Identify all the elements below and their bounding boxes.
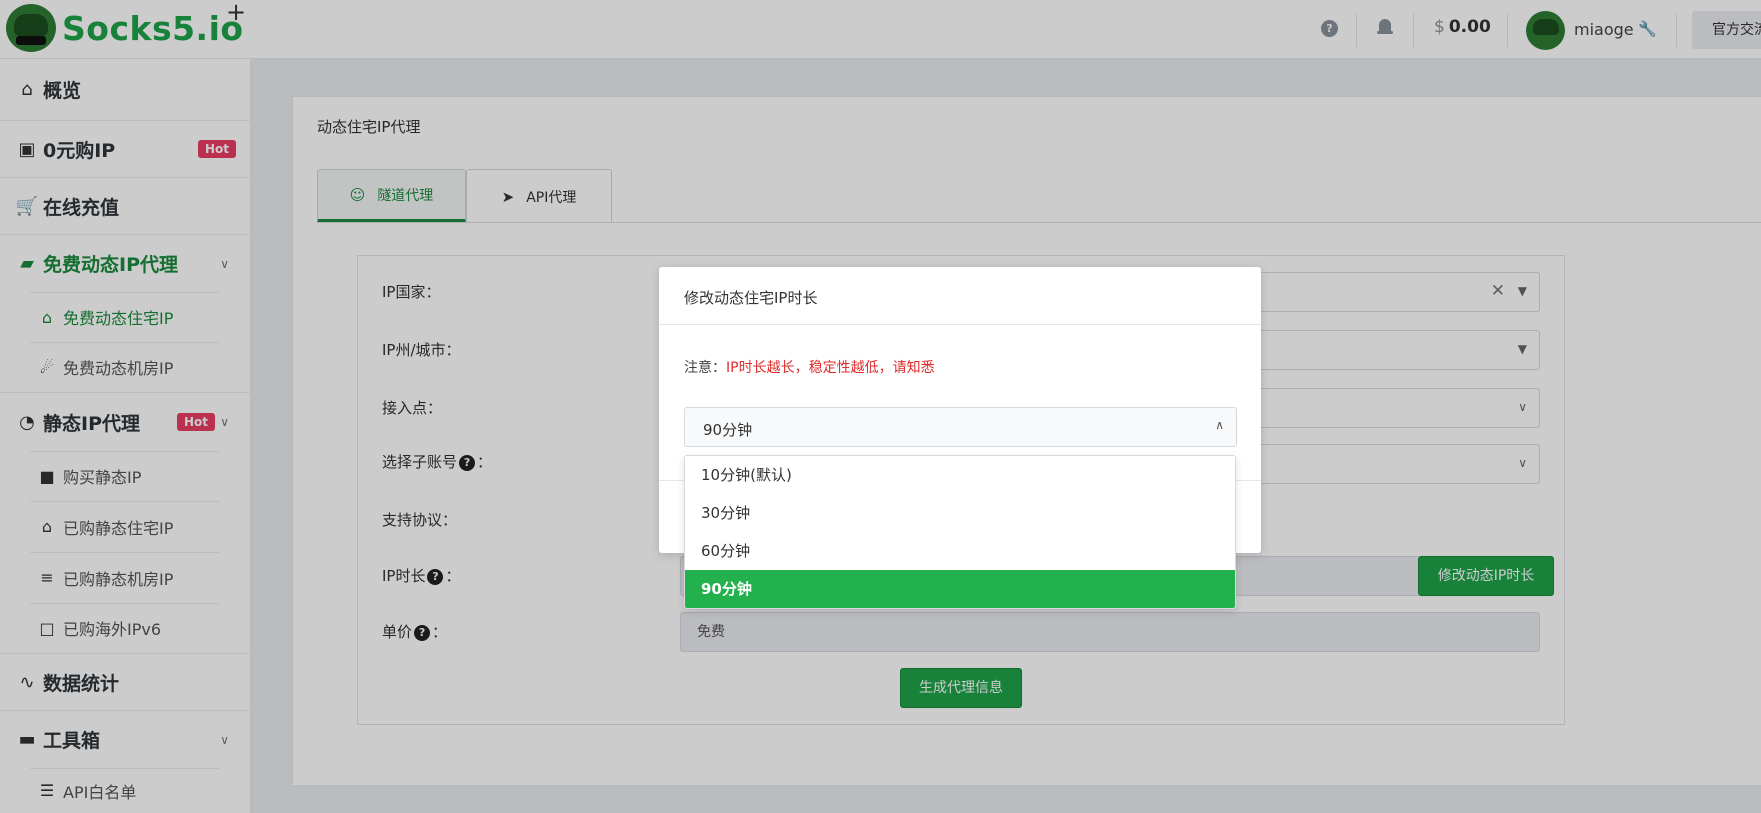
modal-note: 注意：IP时长越长，稳定性越低，请知悉: [684, 357, 935, 377]
note-warning: IP时长越长，稳定性越低，请知悉: [726, 360, 935, 376]
modal-title: 修改动态住宅IP时长: [684, 289, 818, 307]
duration-option[interactable]: 60分钟: [685, 532, 1235, 570]
note-prefix: 注意：: [684, 360, 726, 376]
modal-header: 修改动态住宅IP时长: [659, 267, 1261, 325]
duration-options-list: 10分钟(默认) 30分钟 60分钟 90分钟: [684, 455, 1236, 609]
duration-select-value: 90分钟: [703, 421, 753, 439]
chevron-up-icon: ∧: [1215, 418, 1224, 432]
duration-option-selected[interactable]: 90分钟: [685, 570, 1235, 608]
duration-option[interactable]: 10分钟(默认): [685, 456, 1235, 494]
duration-select[interactable]: 90分钟 ∧: [684, 407, 1237, 447]
duration-option[interactable]: 30分钟: [685, 494, 1235, 532]
